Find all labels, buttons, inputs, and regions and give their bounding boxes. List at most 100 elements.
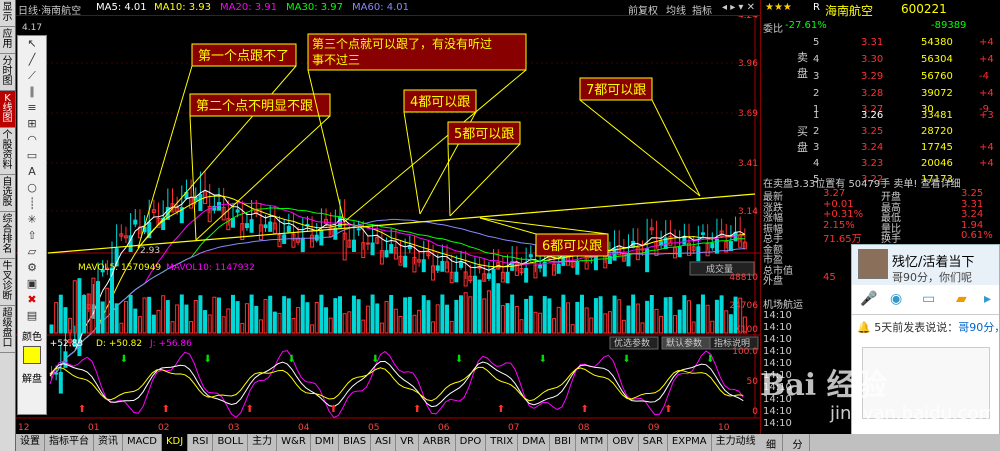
parallel-tool-icon[interactable]: ∥ [18,84,46,100]
quote-cell: +0.01 [823,198,854,210]
kdj-param-label-0[interactable]: 优选参数 [614,337,650,349]
quote-cell: 4 [813,158,820,169]
volume-bar [728,314,733,334]
tab-indicator-16[interactable]: DMA [518,434,551,451]
volume-bar [468,296,473,334]
volume-bar [445,304,450,334]
channel-tool-icon[interactable]: ≡ [18,100,46,116]
quote-cell: +0.31% [823,209,864,220]
big-order-line: 在卖盘3.33位置有 50479手 卖单! 查看详细 [761,175,1000,190]
volume-bar [524,298,529,334]
candle-body [58,371,63,394]
callout-tool-icon[interactable]: ▱ [18,244,46,260]
document-tool-icon[interactable]: ▤ [18,308,46,324]
kdj-line [49,350,744,419]
quote-cell: 3.28 [861,88,884,99]
more-icon[interactable]: ▸ [984,291,991,307]
annotation-a7[interactable]: 7都可以跟 [579,77,701,197]
left-tab-5[interactable]: 自选股 [0,175,15,212]
tab-indicator-11[interactable]: ASI [371,434,397,451]
tab-indicator-8[interactable]: W&R [277,434,311,451]
tab-indicator-2[interactable]: 资讯 [94,434,123,451]
adjust-button[interactable]: 前复权 [628,2,658,15]
kline-chart[interactable]: 4.243.963.693.413.144.172.93第一个点跟不了第二个点不… [0,0,760,451]
tab-indicator-10[interactable]: BIAS [339,434,372,451]
text-tool-icon[interactable]: A [18,164,46,180]
candle-body [268,221,273,232]
x-tick: 01 [88,423,99,433]
volume-bar [491,276,496,334]
kdj-param-label-1[interactable]: 默认参数 [666,337,702,349]
tab-indicator-9[interactable]: DMI [311,434,340,451]
tab-indicator-18[interactable]: MTM [576,434,609,451]
tab-indicator-20[interactable]: SAR [639,434,668,451]
video-icon[interactable]: ◉ [890,291,902,307]
volume-bar [365,305,370,334]
indicator-button[interactable]: 指标 [692,2,712,15]
arc-tool-icon[interactable]: ◠ [18,132,46,148]
annotation-a5[interactable]: 5都可以跟 [447,121,521,217]
left-tab-7[interactable]: 牛叉诊断 [0,259,15,306]
volume-bar [296,307,301,334]
tab-indicator-13[interactable]: ARBR [419,434,456,451]
left-tab-0[interactable]: 显示 [0,0,15,27]
left-tab-6[interactable]: 综合排名 [0,212,15,259]
screen-share-icon[interactable]: ▭ [922,291,935,307]
left-tab-3[interactable]: K线图 [0,91,15,128]
tab-indicator-15[interactable]: TRIX [486,434,519,451]
left-tab-8[interactable]: 超级盘口 [0,306,15,353]
rating-stars-icon: ★★★ [765,2,792,13]
cursor-tool-icon[interactable]: ↖ [18,36,46,52]
tab-indicator-21[interactable]: EXPMA [668,434,712,451]
fib-tool-icon[interactable]: ⊞ [18,116,46,132]
tab-indicator-22[interactable]: 主力动线 [712,434,760,451]
period-tool-icon[interactable]: ┊ [18,196,46,212]
left-tab-1[interactable]: 应用 [0,27,15,54]
volume-bar [193,299,198,334]
avatar[interactable] [858,249,888,279]
gann-tool-icon[interactable]: ✳ [18,212,46,228]
tab-indicator-4[interactable]: KDJ [161,434,189,451]
save-tool-icon[interactable]: ▣ [18,276,46,292]
volume-bar [254,305,259,334]
rect-tool-icon[interactable]: ▭ [18,148,46,164]
buy-signal-icon: ⬆ [497,404,505,415]
tab-indicator-6[interactable]: BOLL [213,434,249,451]
notice-link[interactable]: 哥90分， [958,321,999,334]
annotation-a1[interactable]: 第一个点跟不了 [137,43,297,249]
volume-bar [72,280,77,334]
volume-bar [207,314,212,334]
candle-body [249,219,254,233]
tab-indicator-0[interactable]: 设置 [16,434,45,451]
voice-icon[interactable]: 🎤 [860,291,877,307]
annotation-a6[interactable]: 6都可以跟 [479,217,609,257]
annotation-text: 6都可以跟 [542,239,602,254]
tab-indicator-1[interactable]: 指标平台 [45,434,94,451]
folder-icon[interactable]: ▰ [956,291,967,307]
tab-indicator-3[interactable]: MACD [123,434,162,451]
arrow-up-tool-icon[interactable]: ⇧ [18,228,46,244]
left-tab-4[interactable]: 个股资料 [0,128,15,175]
candle-body [505,271,510,284]
tab-indicator-12[interactable]: VR [396,434,420,451]
tab-indicator-14[interactable]: DPO [456,434,487,451]
ray-tool-icon[interactable]: ⟋ [18,68,46,84]
indicator-tab-bar: 设置 指标平台 资讯 MACD KDJ RSI BOLL 主力 W&R DMI BIAS ASI VR A… [16,434,760,451]
annotation-a4[interactable]: 4都可以跟 [403,89,477,215]
left-tab-2[interactable]: 分时图 [0,54,15,91]
tab-indicator-19[interactable]: OBV [608,434,639,451]
window-controls-icon[interactable]: ◂ ▸ ▾ ✕ [722,2,755,13]
tab-split[interactable]: 分 [787,434,810,451]
tab-indicator-7[interactable]: 主力 [248,434,278,451]
tab-indicator-5[interactable]: RSI [188,434,214,451]
line-tool-icon[interactable]: ╱ [18,52,46,68]
circle-tool-icon[interactable]: ○ [18,180,46,196]
settings-tool-icon[interactable]: ⚙ [18,260,46,276]
unlock-button[interactable]: 解盘 [18,370,46,385]
tab-detail[interactable]: 细 [760,434,783,451]
tab-indicator-17[interactable]: BBI [550,434,576,451]
delete-tool-icon[interactable]: ✖ [18,292,46,308]
sell-signal-icon: ⬇ [120,354,128,365]
ma-button[interactable]: 均线 [666,2,686,15]
color-swatch[interactable] [23,346,41,364]
